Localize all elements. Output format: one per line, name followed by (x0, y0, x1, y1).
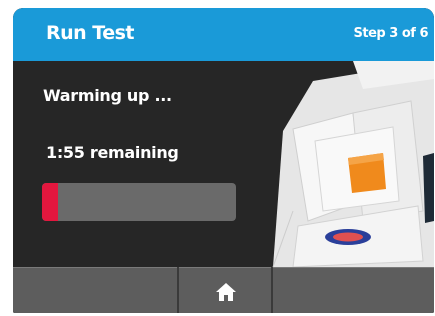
status-message: Warming up ... (43, 86, 172, 105)
device-screen: Run Test Step 3 of 6 Warming up ... 1:55… (13, 8, 434, 313)
nav-button-left[interactable] (13, 267, 177, 313)
content-area: Warming up ... 1:55 remaining (13, 61, 434, 267)
bottom-nav (13, 267, 434, 313)
header-bar: Run Test Step 3 of 6 (13, 8, 434, 61)
home-button[interactable] (179, 267, 271, 313)
analyzer-device-image (272, 61, 434, 267)
progress-fill (42, 183, 58, 221)
time-remaining: 1:55 remaining (46, 143, 179, 162)
step-indicator: Step 3 of 6 (353, 26, 429, 41)
nav-button-right[interactable] (273, 267, 434, 313)
home-icon (216, 283, 236, 301)
screen-title: Run Test (46, 22, 135, 44)
progress-bar (42, 183, 236, 221)
